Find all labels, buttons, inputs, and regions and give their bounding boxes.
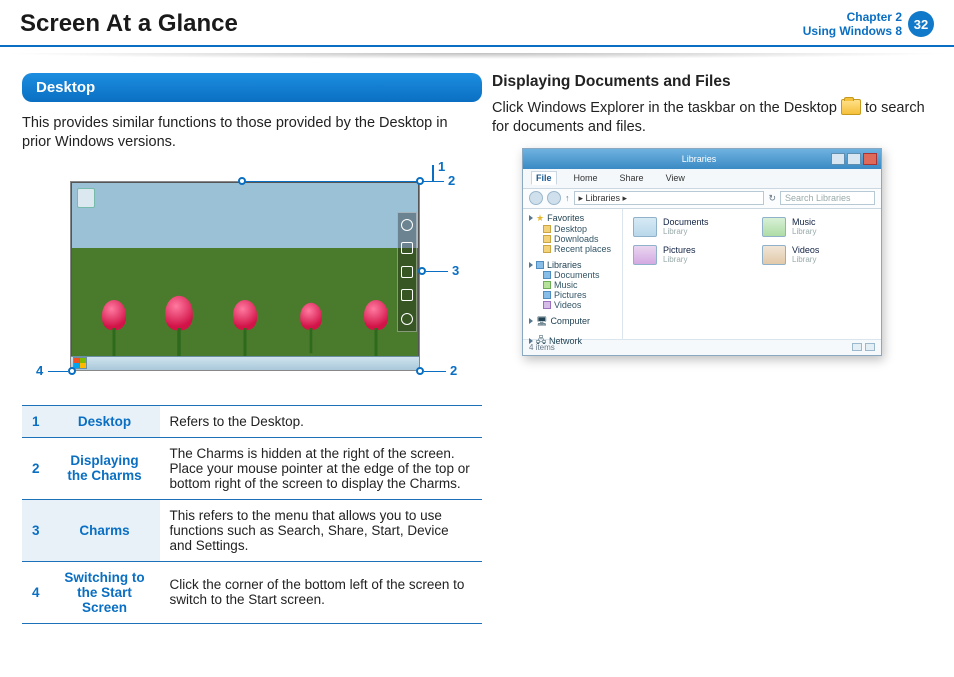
- nav-up-icon: ↑: [565, 193, 570, 203]
- explorer-titlebar: Libraries: [523, 149, 881, 169]
- ribbon-tab-home: Home: [569, 171, 603, 185]
- refresh-icon: ↻: [768, 193, 776, 204]
- view-tiles-icon: [865, 343, 875, 351]
- explorer-nav-pane: ★Favorites Desktop Downloads Recent plac…: [523, 209, 623, 339]
- explorer-ribbon: File Home Share View: [523, 169, 881, 189]
- table-row: 1 Desktop Refers to the Desktop.: [22, 405, 482, 437]
- start-button-icon: [73, 357, 87, 369]
- breadcrumb: ▸ Libraries ▸: [574, 191, 765, 205]
- ribbon-tab-view: View: [661, 171, 690, 185]
- callout-2-bottom: 2: [450, 363, 457, 378]
- search-input: Search Libraries: [780, 191, 875, 205]
- charm-settings-icon: [401, 313, 413, 325]
- header-rule: [0, 45, 954, 47]
- section-heading-desktop: Desktop: [22, 73, 482, 102]
- view-details-icon: [852, 343, 862, 351]
- documents-library-icon: [633, 217, 657, 237]
- nav-forward-icon: [547, 191, 561, 205]
- desktop-screenshot: [70, 181, 420, 371]
- library-tile-documents: DocumentsLibrary: [633, 217, 742, 237]
- page-title: Screen At a Glance: [20, 10, 238, 38]
- recycle-bin-icon: [77, 188, 95, 208]
- maximize-icon: [847, 153, 861, 165]
- subheading-displaying-files: Displaying Documents and Files: [492, 73, 932, 91]
- subsection-text: Click Windows Explorer in the taskbar on…: [492, 99, 932, 138]
- taskbar: [71, 356, 419, 370]
- library-tile-videos: VideosLibrary: [762, 245, 871, 265]
- callout-2-top: 2: [448, 173, 455, 188]
- section-intro: This provides similar functions to those…: [22, 114, 462, 153]
- close-icon: [863, 153, 877, 165]
- nav-back-icon: [529, 191, 543, 205]
- explorer-inline-icon: [841, 99, 861, 115]
- table-row: 4 Switching to the Start Screen Click th…: [22, 561, 482, 623]
- library-tile-pictures: PicturesLibrary: [633, 245, 742, 265]
- explorer-address-bar: ↑ ▸ Libraries ▸ ↻ Search Libraries: [523, 189, 881, 209]
- callout-1: 1: [438, 159, 445, 174]
- chapter-name: Chapter 2: [847, 10, 902, 24]
- table-row: 2 Displaying the Charms The Charms is hi…: [22, 437, 482, 499]
- table-row: 3 Charms This refers to the menu that al…: [22, 499, 482, 561]
- charms-bar: [397, 212, 417, 332]
- page-number-badge: 32: [908, 11, 934, 37]
- charm-start-icon: [401, 266, 413, 278]
- charm-search-icon: [401, 219, 413, 231]
- ribbon-tab-file: File: [531, 171, 557, 185]
- minimize-icon: [831, 153, 845, 165]
- status-item-count: 4 items: [529, 343, 555, 352]
- pictures-library-icon: [633, 245, 657, 265]
- music-library-icon: [762, 217, 786, 237]
- reference-table: 1 Desktop Refers to the Desktop. 2 Displ…: [22, 405, 482, 624]
- callout-4: 4: [36, 363, 43, 378]
- callout-3: 3: [452, 263, 459, 278]
- library-tile-music: MusicLibrary: [762, 217, 871, 237]
- charm-devices-icon: [401, 289, 413, 301]
- desktop-annotated-figure: 1 2 3 2 4: [40, 163, 480, 393]
- charm-share-icon: [401, 242, 413, 254]
- explorer-content: DocumentsLibrary MusicLibrary PicturesLi…: [623, 209, 881, 339]
- explorer-title-text: Libraries: [682, 154, 717, 164]
- chapter-subtitle: Using Windows 8: [803, 24, 902, 38]
- explorer-window: Libraries File Home Share View ↑ ▸ Libra…: [522, 148, 882, 356]
- videos-library-icon: [762, 245, 786, 265]
- chapter-indicator: Chapter 2 Using Windows 8 32: [803, 10, 934, 39]
- ribbon-tab-share: Share: [615, 171, 649, 185]
